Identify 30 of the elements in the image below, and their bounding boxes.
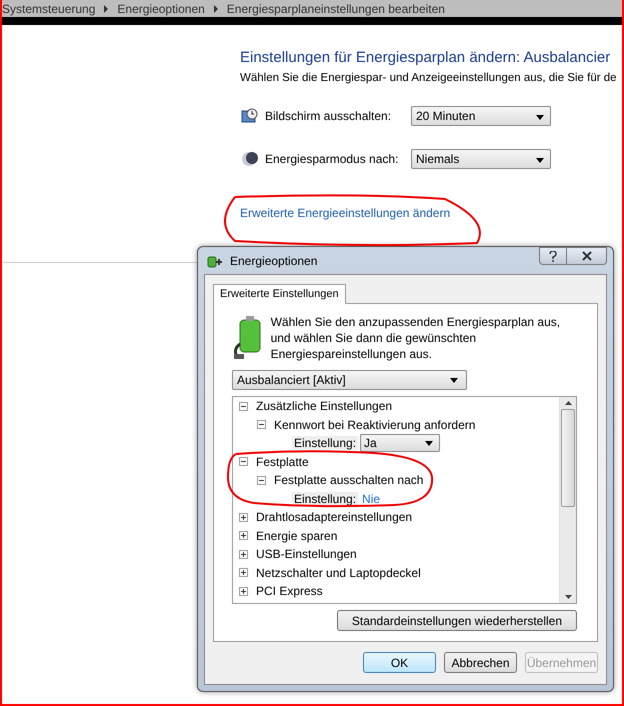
tree-item[interactable]: Festplatte ausschalten nach [274, 473, 424, 488]
setting-value-link[interactable]: Nie [362, 492, 380, 506]
dialog-title: Energieoptionen [230, 254, 318, 268]
instruction-text: Wählen Sie den anzupassenden Energiesparplan aus, und wählen Sie dann die gewünschten Energiespareinstellungen aus. [270, 314, 562, 362]
tree-item[interactable]: Kennwort bei Reaktivierung anfordern [274, 418, 476, 432]
setting-label: Einstellung: [292, 492, 358, 506]
setting-label: Bildschirm ausschalten: [265, 109, 392, 123]
dropdown[interactable]: Niemals [411, 149, 551, 169]
tree-item[interactable]: Zusätzliche Einstellungen [256, 399, 392, 414]
tree-item[interactable]: Netzschalter und Laptopdeckel [256, 566, 421, 580]
page-subtitle: Wählen Sie die Energiespar- und Anzeigeeinstellungen aus, die Sie für de [240, 72, 618, 84]
advanced-settings-link[interactable]: Erweiterte Energieeinstellungen ändern [240, 206, 622, 220]
power-plan-dropdown[interactable]: Ausbalanciert [Aktiv] [232, 370, 467, 390]
setting-label: Energiesparmodus nach: [265, 152, 400, 166]
dropdown[interactable]: 20 Minuten [411, 106, 551, 126]
dialog-button[interactable]: Abbrechen [444, 652, 517, 673]
tree-item[interactable]: USB-Einstellungen [256, 547, 357, 562]
tree-item[interactable]: Energie sparen [256, 528, 338, 543]
restore-defaults-button[interactable]: Standardeinstellungen wiederherstellen [336, 610, 577, 631]
tree-item[interactable]: Festplatte [256, 454, 309, 469]
tab[interactable]: Erweiterte Einstellungen [213, 284, 346, 304]
breadcrumb-item[interactable]: Systemsteuerung [2, 2, 96, 16]
page-title: Einstellungen für Energiesparplan ändern: Ausbalancier [240, 49, 612, 66]
breadcrumb-item[interactable]: Energiesparplaneinstellungen bearbeiten [226, 2, 445, 16]
tree-item[interactable]: Drahtlosadaptereinstellungen [256, 510, 412, 524]
breadcrumb-item[interactable]: Energieoptionen [117, 2, 205, 16]
tree-item[interactable]: PCI Express [256, 584, 323, 598]
setting-dropdown[interactable]: Ja [360, 434, 440, 452]
setting-label: Einstellung: [292, 436, 358, 450]
dialog-button[interactable]: OK [363, 652, 436, 673]
